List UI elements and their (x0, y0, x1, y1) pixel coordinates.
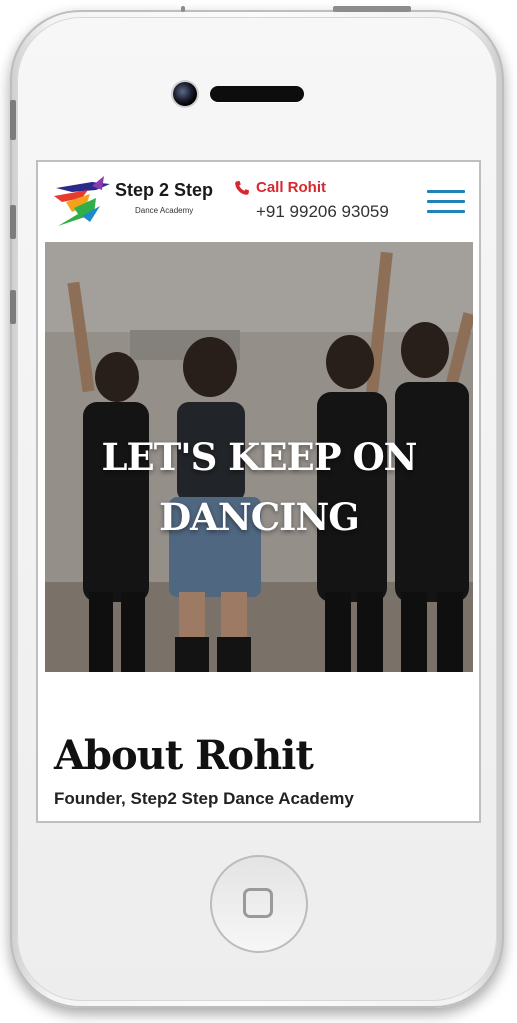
phone-icon (235, 181, 249, 195)
volume-up-button (10, 205, 16, 239)
hero-title-line1: LET'S KEEP ON (101, 435, 418, 479)
menu-bar (427, 210, 465, 213)
site-header: Step 2 Step Dance Academy Call Rohit +91… (38, 162, 479, 240)
earpiece-speaker (210, 86, 304, 102)
phone-number: +91 99206 93059 (256, 202, 389, 221)
phone-screen: Step 2 Step Dance Academy Call Rohit +91… (38, 162, 479, 821)
power-button (333, 6, 411, 12)
hamburger-menu-icon[interactable] (427, 190, 465, 216)
menu-bar (427, 200, 465, 203)
brand-name[interactable]: Step 2 Step (115, 180, 213, 201)
volume-down-button (10, 290, 16, 324)
hero-banner: LET'S KEEP ON DANCING (45, 242, 473, 672)
menu-bar (427, 190, 465, 193)
about-subtitle: Founder, Step2 Step Dance Academy (54, 789, 354, 808)
about-heading: About Rohit (54, 732, 314, 779)
call-label: Call Rohit (256, 179, 326, 196)
home-button[interactable] (210, 855, 308, 953)
mute-switch (10, 100, 16, 140)
top-notch-mark (181, 6, 185, 12)
hero-title-line2: DANCING (159, 495, 360, 539)
home-button-icon (243, 888, 273, 918)
hero-title: LET'S KEEP ON DANCING (45, 427, 473, 547)
front-camera (173, 82, 197, 106)
brand-tagline: Dance Academy (135, 206, 194, 215)
dancer-logo-icon[interactable] (52, 172, 114, 228)
